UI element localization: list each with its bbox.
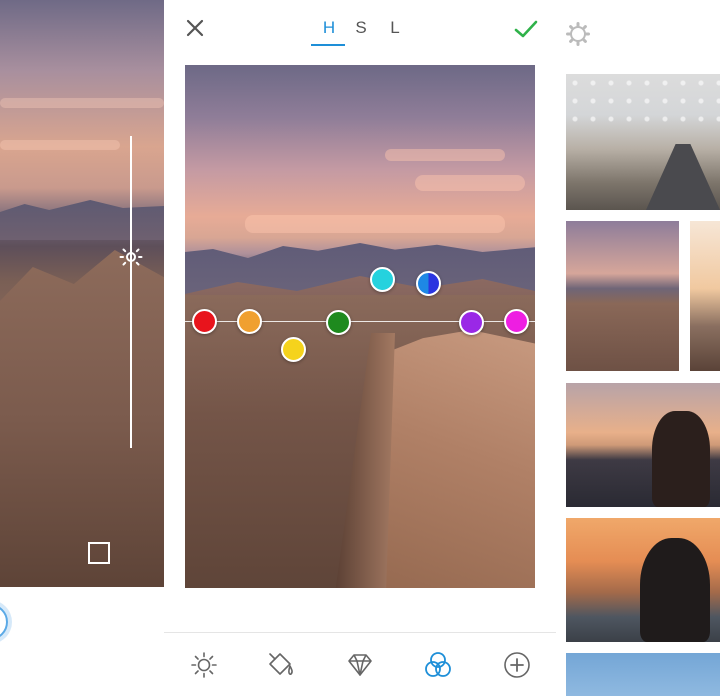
- tab-hue[interactable]: H: [318, 18, 340, 42]
- mountain-ridge: [0, 200, 164, 240]
- person-silhouette: [652, 411, 710, 507]
- cloud: [415, 175, 525, 191]
- cloud: [385, 149, 505, 161]
- hue-dot-red[interactable]: [192, 309, 217, 334]
- gear-icon[interactable]: [566, 22, 590, 46]
- lit-dune: [375, 330, 535, 588]
- hue-dot-aqua[interactable]: [370, 267, 395, 292]
- thumbnail-sky[interactable]: [566, 653, 720, 696]
- hue-dot-green[interactable]: [326, 310, 351, 335]
- road: [646, 144, 720, 210]
- thumbnail-woman-sunset[interactable]: [566, 383, 720, 507]
- cloud: [0, 98, 164, 108]
- hue-dot-magenta[interactable]: [504, 309, 529, 334]
- brightness-icon[interactable]: [189, 650, 219, 680]
- toolbar-divider: [164, 632, 556, 633]
- thumbnail-desert[interactable]: [566, 221, 679, 371]
- brightness-icon[interactable]: [119, 245, 143, 269]
- thumbnail-seaside[interactable]: [690, 221, 720, 371]
- hue-dot-blue[interactable]: [416, 271, 441, 296]
- tab-saturation[interactable]: S: [350, 18, 372, 42]
- brightness-slider-track[interactable]: [130, 136, 132, 448]
- paint-bucket-icon[interactable]: [266, 650, 296, 680]
- color-circles-icon[interactable]: [423, 650, 453, 680]
- cloud: [245, 215, 505, 233]
- active-tab-indicator: [311, 44, 345, 46]
- hue-dot-orange[interactable]: [237, 309, 262, 334]
- checkmark-icon[interactable]: [513, 16, 539, 42]
- close-icon[interactable]: [183, 16, 207, 40]
- thumbnail-city-street[interactable]: [566, 74, 720, 210]
- square-icon[interactable]: [88, 542, 110, 564]
- tab-luminance[interactable]: L: [384, 18, 406, 42]
- sand-dune: [0, 250, 164, 587]
- chain-fence: [566, 74, 720, 134]
- hue-dot-purple[interactable]: [459, 310, 484, 335]
- hue-dot-yellow[interactable]: [281, 337, 306, 362]
- hue-line: [164, 321, 556, 322]
- left-editor-panel: [0, 0, 164, 587]
- diamond-icon[interactable]: [345, 650, 375, 680]
- person-silhouette: [640, 538, 710, 642]
- cloud: [0, 140, 120, 150]
- add-icon[interactable]: [502, 650, 532, 680]
- partial-circle-button[interactable]: [0, 604, 8, 640]
- thumbnail-man-cap[interactable]: [566, 518, 720, 642]
